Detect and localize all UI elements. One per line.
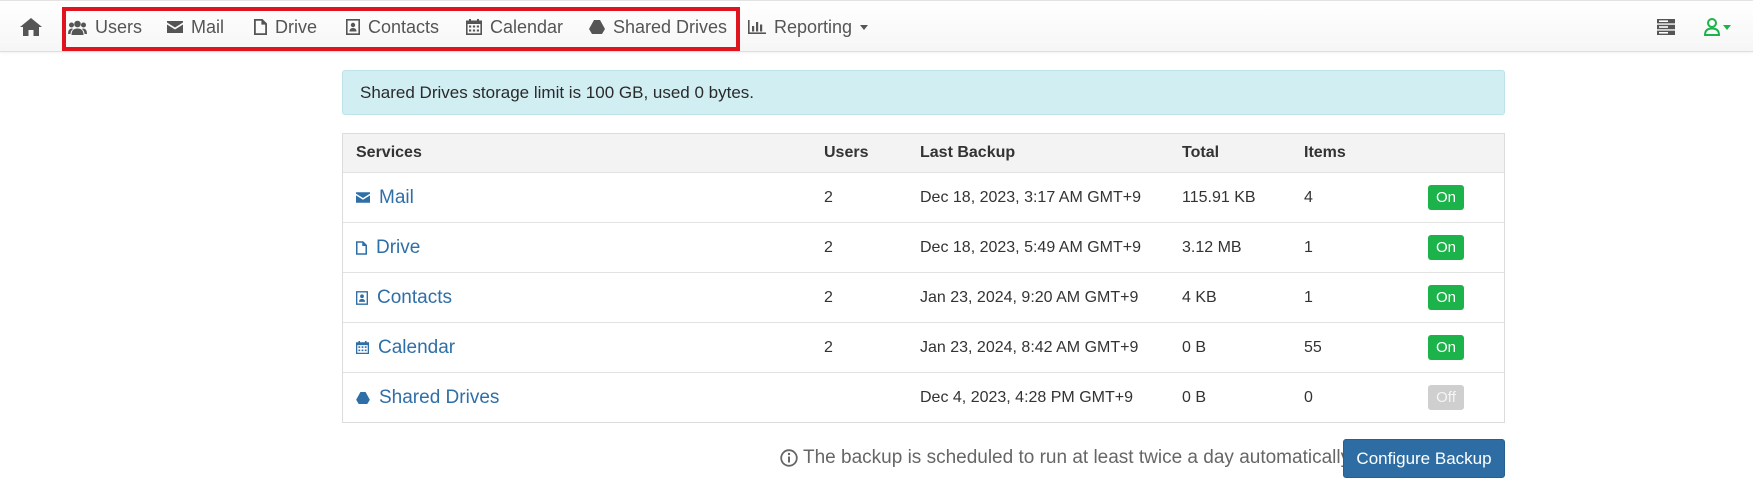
user-menu-dropdown[interactable]	[1704, 1, 1731, 53]
total-size: 4 KB	[1182, 288, 1217, 306]
service-link-calendar[interactable]: Calendar	[356, 337, 455, 359]
chevron-down-icon	[1723, 24, 1731, 30]
last-backup-date: Dec 18, 2023, 5:49 AM GMT+9	[920, 238, 1142, 256]
table-row: Drive 2 Dec 18, 2023, 5:49 AM GMT+9 3.12…	[343, 222, 1504, 272]
nav-contacts[interactable]: Contacts	[346, 1, 439, 53]
users-count: 2	[824, 238, 833, 256]
service-name: Mail	[379, 186, 414, 208]
chevron-down-icon	[860, 24, 869, 30]
items-count: 0	[1304, 388, 1313, 406]
services-table: Services Users Last Backup Total Items M…	[342, 133, 1505, 423]
nav-calendar-label: Calendar	[490, 16, 564, 37]
table-row: Contacts 2 Jan 23, 2024, 9:20 AM GMT+9 4…	[343, 272, 1504, 322]
items-count: 55	[1304, 338, 1322, 356]
drive-triangle-icon	[589, 20, 605, 34]
nav-calendar[interactable]: Calendar	[466, 1, 563, 53]
nav-shared-drives-label: Shared Drives	[613, 16, 728, 37]
file-icon	[254, 19, 267, 35]
last-backup-date: Dec 4, 2023, 4:28 PM GMT+9	[920, 388, 1133, 406]
info-icon	[780, 449, 798, 467]
status-toggle-contacts[interactable]: On	[1428, 285, 1464, 310]
calendar-icon	[356, 341, 369, 354]
configure-backup-button[interactable]: Configure Backup	[1343, 439, 1505, 478]
items-count: 1	[1304, 288, 1313, 306]
table-row: Mail 2 Dec 18, 2023, 3:17 AM GMT+9 115.9…	[343, 172, 1504, 222]
service-name: Drive	[376, 236, 421, 258]
service-link-shared-drives[interactable]: Shared Drives	[356, 387, 499, 409]
users-icon	[68, 20, 87, 35]
storage-limit-text: Shared Drives storage limit is 100 GB, u…	[360, 82, 755, 102]
service-name: Calendar	[378, 336, 456, 358]
home-button[interactable]	[20, 1, 42, 53]
last-backup-date: Jan 23, 2024, 8:42 AM GMT+9	[920, 338, 1139, 356]
total-size: 0 B	[1182, 388, 1207, 406]
last-backup-date: Jan 23, 2024, 9:20 AM GMT+9	[920, 288, 1139, 306]
nav-drive[interactable]: Drive	[254, 1, 317, 53]
users-count: 2	[824, 288, 833, 306]
server-icon	[1657, 19, 1675, 35]
contact-card-icon	[356, 290, 368, 305]
users-count: 2	[824, 188, 833, 206]
header-items: Items	[1304, 144, 1346, 161]
table-header-row: Services Users Last Backup Total Items	[343, 134, 1504, 172]
service-link-drive[interactable]: Drive	[356, 237, 420, 259]
header-users: Users	[824, 144, 869, 161]
nav-reporting-dropdown[interactable]: Reporting	[748, 1, 869, 53]
nav-mail-label: Mail	[191, 16, 225, 37]
nav-mail[interactable]: Mail	[167, 1, 224, 53]
total-size: 115.91 KB	[1182, 188, 1256, 206]
home-icon	[20, 18, 42, 36]
contact-card-icon	[346, 19, 360, 35]
status-toggle-mail[interactable]: On	[1428, 185, 1464, 210]
file-icon	[356, 240, 367, 255]
drive-triangle-icon	[356, 391, 370, 404]
service-name: Contacts	[377, 286, 452, 308]
nav-contacts-label: Contacts	[368, 16, 440, 37]
backup-schedule-note: The backup is scheduled to run at least …	[780, 441, 1350, 475]
status-toggle-drive[interactable]: On	[1428, 235, 1464, 260]
header-last-backup: Last Backup	[920, 144, 1016, 161]
last-backup-date: Dec 18, 2023, 3:17 AM GMT+9	[920, 188, 1142, 206]
backup-schedule-text: The backup is scheduled to run at least …	[803, 447, 1351, 468]
status-toggle-calendar[interactable]: On	[1428, 335, 1464, 360]
service-link-mail[interactable]: Mail	[356, 187, 414, 209]
envelope-icon	[356, 192, 370, 203]
nav-shared-drives[interactable]: Shared Drives	[589, 1, 727, 53]
nav-reporting-label: Reporting	[774, 16, 853, 37]
bar-chart-icon	[748, 20, 766, 34]
server-status-button[interactable]	[1657, 1, 1683, 53]
table-row: Calendar 2 Jan 23, 2024, 8:42 AM GMT+9 0…	[343, 322, 1504, 372]
envelope-icon	[167, 21, 183, 33]
total-size: 0 B	[1182, 338, 1207, 356]
storage-limit-alert: Shared Drives storage limit is 100 GB, u…	[342, 70, 1505, 115]
header-services: Services	[356, 144, 422, 161]
nav-users[interactable]: Users	[68, 1, 142, 53]
status-toggle-shared-drives[interactable]: Off	[1428, 385, 1464, 410]
nav-users-label: Users	[95, 16, 143, 37]
top-navbar: Users Mail Drive Contacts Calendar Share…	[0, 0, 1753, 52]
service-link-contacts[interactable]: Contacts	[356, 287, 452, 309]
header-total: Total	[1182, 144, 1220, 161]
total-size: 3.12 MB	[1182, 238, 1242, 256]
items-count: 1	[1304, 238, 1313, 256]
calendar-icon	[466, 19, 482, 35]
users-count: 2	[824, 338, 833, 356]
items-count: 4	[1304, 188, 1313, 206]
nav-drive-label: Drive	[275, 16, 318, 37]
user-outline-icon	[1704, 18, 1720, 36]
service-name: Shared Drives	[379, 386, 500, 408]
table-row: Shared Drives Dec 4, 2023, 4:28 PM GMT+9…	[343, 372, 1504, 422]
